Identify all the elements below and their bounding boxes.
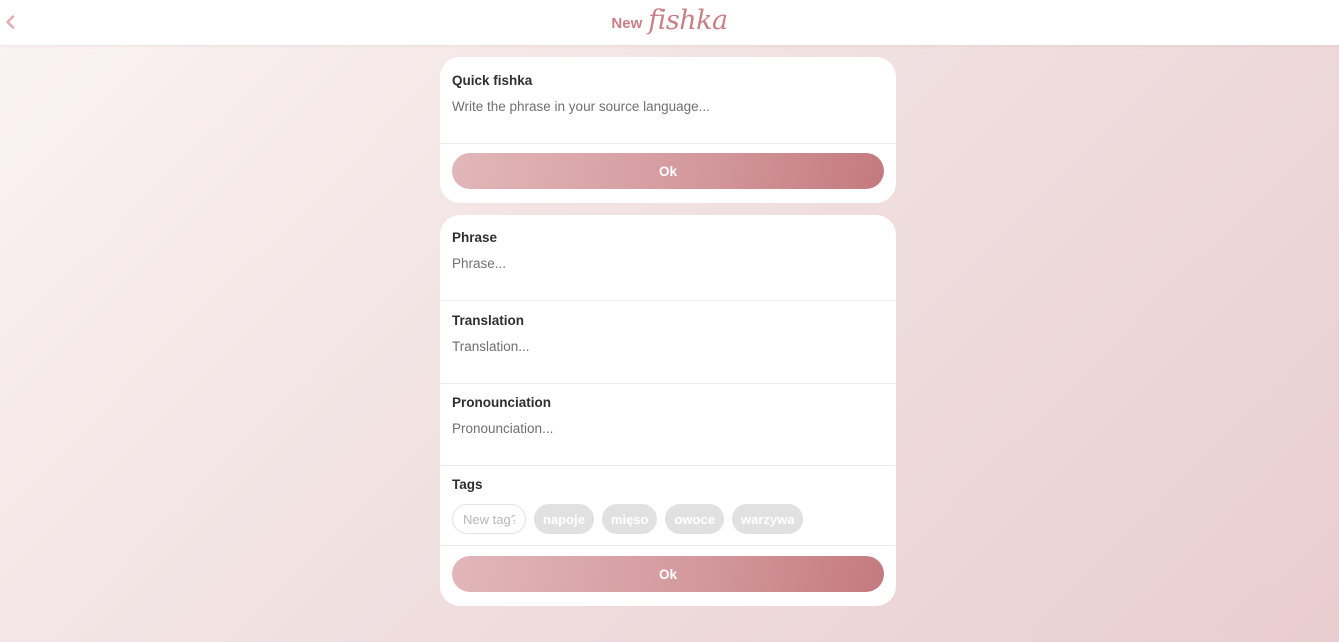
pronunciation-label: Pronounciation — [452, 395, 551, 410]
translation-label: Translation — [452, 313, 525, 328]
tags-label: Tags — [452, 477, 483, 492]
tags-row: napoje mięso owoce warzywa — [452, 504, 804, 534]
quick-fishka-field: Quick fishka — [440, 57, 896, 144]
tag-chip[interactable]: warzywa — [731, 504, 804, 534]
phrase-label: Phrase — [452, 230, 498, 245]
back-button[interactable] — [2, 10, 18, 34]
tag-chip[interactable]: napoje — [534, 504, 594, 534]
quick-fishka-label: Quick fishka — [452, 73, 533, 88]
form-ok-button[interactable]: Ok — [452, 556, 884, 592]
tag-chip[interactable]: owoce — [665, 504, 724, 534]
quick-ok-button[interactable]: Ok — [452, 153, 884, 189]
title-prefix: New — [611, 15, 643, 32]
tag-chip[interactable]: mięso — [601, 504, 658, 534]
translation-field: Translation — [440, 301, 896, 384]
quick-fishka-input[interactable] — [452, 97, 882, 115]
new-fishka-form-card: Phrase Translation Pronounciation Tags n… — [440, 215, 896, 606]
phrase-input[interactable] — [452, 254, 882, 272]
top-bar: New fishka — [0, 0, 1339, 45]
new-tag-input[interactable] — [452, 504, 526, 534]
quick-fishka-card: Quick fishka Ok — [440, 57, 896, 203]
translation-input[interactable] — [452, 337, 882, 355]
phrase-field: Phrase — [440, 215, 896, 301]
app-title: New fishka — [0, 0, 1339, 45]
chevron-left-icon — [6, 15, 15, 29]
app-logo: fishka — [648, 5, 728, 36]
pronunciation-input[interactable] — [452, 419, 882, 437]
pronunciation-field: Pronounciation — [440, 384, 896, 466]
